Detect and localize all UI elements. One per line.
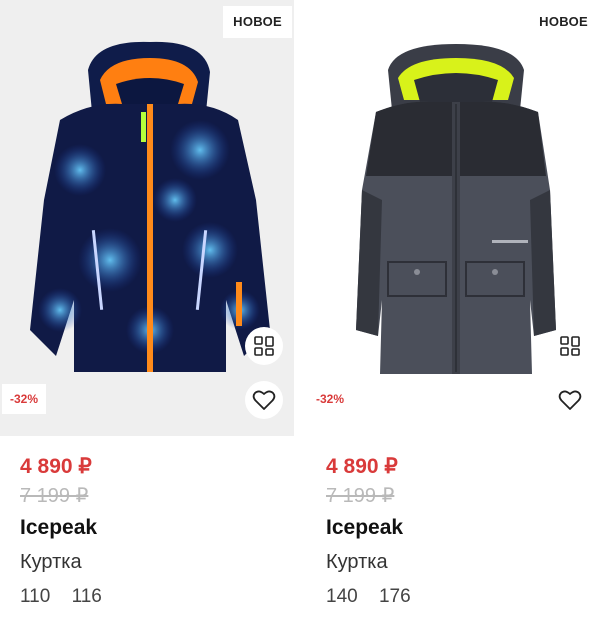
size-option[interactable]: 140 [326,586,358,607]
product-card[interactable]: НОВОЕ -32% 4 890 ₽ 7 199 ₽ Icepeak Куртк… [306,0,600,625]
product-image [356,44,556,374]
similar-products-button[interactable] [245,327,283,365]
product-type: Куртка [326,551,388,573]
current-price: 4 890 ₽ [326,455,398,478]
product-type: Куртка [20,551,82,573]
product-image-area[interactable]: НОВОЕ -32% [306,0,600,436]
size-list: 140 176 [326,580,596,614]
favorite-button[interactable] [551,381,589,419]
product-card[interactable]: НОВОЕ -32% 4 890 ₽ 7 199 ₽ Icepeak Куртк… [0,0,294,625]
similar-products-button[interactable] [551,327,589,365]
product-image [30,41,270,373]
favorite-button[interactable] [245,381,283,419]
brand-name[interactable]: Icepeak [326,512,596,545]
brand-name[interactable]: Icepeak [20,512,290,545]
size-option[interactable]: 176 [379,586,411,607]
discount-badge: -32% [2,384,47,414]
old-price: 7 199 ₽ [20,485,89,507]
size-option[interactable]: 116 [72,586,102,607]
grid-similar-icon [254,336,274,356]
new-badge: НОВОЕ [529,6,598,38]
heart-icon [558,390,582,410]
heart-icon [252,390,276,410]
size-option[interactable]: 110 [20,586,50,607]
product-info: 4 890 ₽ 7 199 ₽ Icepeak Куртка 110 116 [20,452,290,614]
discount-badge: -32% [308,384,353,414]
new-badge: НОВОЕ [223,6,292,38]
product-image-area[interactable]: НОВОЕ -32% [0,0,294,436]
grid-similar-icon [560,336,580,356]
old-price: 7 199 ₽ [326,485,395,507]
size-list: 110 116 [20,580,290,614]
current-price: 4 890 ₽ [20,455,92,478]
product-info: 4 890 ₽ 7 199 ₽ Icepeak Куртка 140 176 [326,452,596,614]
